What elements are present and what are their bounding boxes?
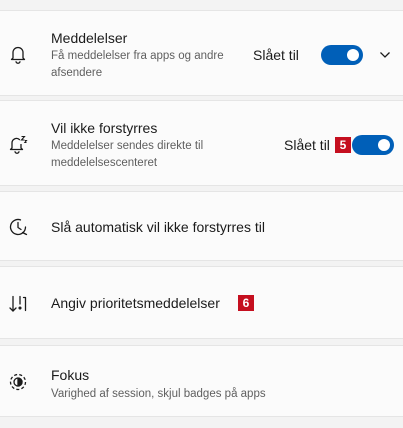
notifications-card[interactable]: Meddelelser Få meddelelser fra apps og a…	[0, 10, 403, 96]
toggle-knob	[347, 49, 359, 61]
notifications-title: Meddelelser	[51, 30, 128, 46]
do-not-disturb-bell-icon	[8, 134, 28, 154]
priority-title: Angiv prioritetsmeddelelser	[51, 295, 220, 311]
auto-dnd-title: Slå automatisk vil ikke forstyrres til	[51, 219, 265, 235]
callout-marker: 6	[238, 295, 254, 311]
dnd-description: Meddelelser sendes direkte til meddelels…	[51, 140, 204, 169]
clock-icon	[8, 217, 28, 237]
focus-card[interactable]: Fokus Varighed af session, skjul badges …	[0, 345, 403, 417]
chevron-down-icon[interactable]	[378, 48, 392, 67]
dnd-title: Vil ikke forstyrres	[51, 120, 158, 136]
notifications-status: Slået til	[253, 47, 299, 63]
auto-dnd-card[interactable]: Slå automatisk vil ikke forstyrres til	[0, 191, 403, 261]
priority-card[interactable]: Angiv prioritetsmeddelelser 6	[0, 266, 403, 339]
dnd-status: Slået til	[284, 137, 330, 153]
notifications-description: Få meddelelser fra apps og andre afsende…	[51, 50, 224, 79]
focus-icon	[8, 372, 28, 392]
dnd-card[interactable]: Vil ikke forstyrres Meddelelser sendes d…	[0, 100, 403, 186]
toggle-knob	[378, 139, 390, 151]
focus-title: Fokus	[51, 367, 90, 383]
callout-marker: 5	[335, 137, 351, 153]
focus-description: Varighed af session, skjul badges på app…	[51, 388, 266, 400]
bell-icon	[8, 44, 28, 64]
sort-priority-icon	[8, 294, 28, 314]
dnd-toggle[interactable]	[352, 135, 394, 155]
notifications-toggle[interactable]	[321, 45, 363, 65]
